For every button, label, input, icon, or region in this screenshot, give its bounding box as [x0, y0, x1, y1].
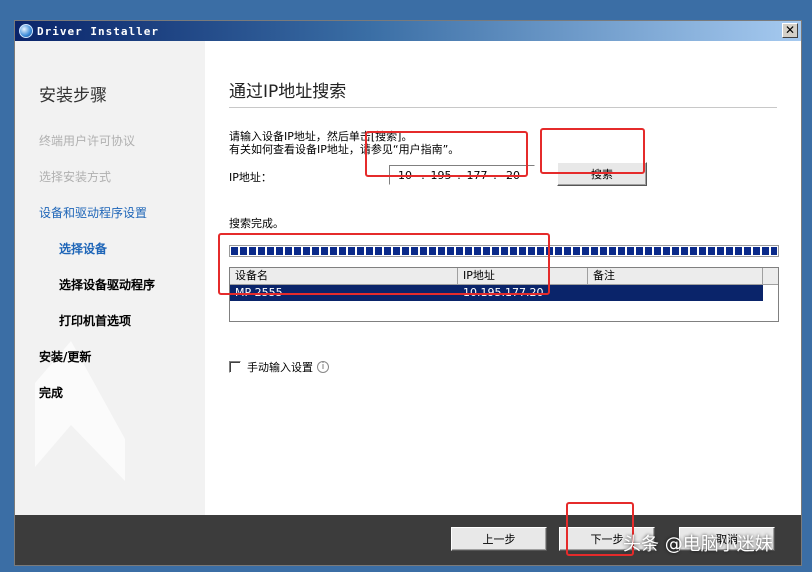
- app-icon: [19, 24, 33, 38]
- step-eula: 终端用户许可协议: [39, 134, 136, 148]
- info-icon[interactable]: i: [317, 361, 329, 373]
- manual-settings-row: 手动输入设置 i: [229, 359, 329, 375]
- ip-octet-2[interactable]: 195: [426, 169, 456, 182]
- close-button[interactable]: ✕: [782, 23, 798, 38]
- device-list-header: 设备名 IP地址 备注: [230, 268, 778, 285]
- ip-octet-3[interactable]: 177: [462, 169, 492, 182]
- step-install-update: 安装/更新: [39, 350, 92, 364]
- manual-settings-label[interactable]: 手动输入设置: [247, 359, 313, 375]
- ip-address-input[interactable]: 10 . 195 . 177 . 20: [389, 165, 535, 185]
- device-list[interactable]: 设备名 IP地址 备注 MP 2555 10.195.177.20: [229, 267, 779, 322]
- ip-address-label: IP地址：: [229, 171, 272, 184]
- column-device-name[interactable]: 设备名: [230, 268, 458, 285]
- title-bar: Driver Installer ✕: [15, 21, 801, 41]
- back-button[interactable]: 上一步: [451, 527, 547, 551]
- sidebar-heading: 安装步骤: [39, 86, 107, 106]
- column-ip-address[interactable]: IP地址: [458, 268, 588, 285]
- manual-settings-checkbox[interactable]: [229, 361, 241, 373]
- progress-fill: [231, 247, 777, 255]
- step-select-device: 选择设备: [59, 242, 108, 256]
- main-content: 通过IP地址搜索 请输入设备IP地址，然后单击[搜索]。 有关如何查看设备IP地…: [205, 41, 801, 515]
- search-status: 搜索完成。: [229, 217, 284, 230]
- title-divider: [229, 107, 777, 108]
- ip-octet-1[interactable]: 10: [390, 169, 420, 182]
- installer-window: Driver Installer ✕ 安装步骤 终端用户许可协议 选择安装方式 …: [14, 20, 802, 566]
- step-install-method: 选择安装方式: [39, 170, 112, 184]
- watermark-text: 头条 @电脑小迷妹: [623, 534, 773, 555]
- table-row[interactable]: MP 2555 10.195.177.20: [230, 285, 763, 301]
- device-name-cell: MP 2555: [235, 286, 283, 299]
- window-title: Driver Installer: [37, 24, 159, 38]
- column-note[interactable]: 备注: [588, 268, 763, 285]
- ip-octet-4[interactable]: 20: [498, 169, 528, 182]
- column-filler: [763, 268, 778, 285]
- search-progress-bar: [229, 245, 779, 257]
- page-title: 通过IP地址搜索: [229, 82, 347, 102]
- steps-sidebar: 安装步骤 终端用户许可协议 选择安装方式 设备和驱动程序设置 选择设备 选择设备…: [15, 41, 205, 515]
- step-printer-preferences: 打印机首选项: [59, 314, 132, 328]
- step-device-driver-settings: 设备和驱动程序设置: [39, 206, 148, 220]
- note-cell: [588, 285, 763, 301]
- step-finish: 完成: [39, 386, 64, 400]
- search-button[interactable]: 搜索: [557, 162, 647, 186]
- ip-address-cell: 10.195.177.20: [463, 286, 544, 299]
- instruction-line-2: 有关如何查看设备IP地址，请参见“用户指南”。: [229, 143, 460, 156]
- step-select-driver: 选择设备驱动程序: [59, 278, 156, 292]
